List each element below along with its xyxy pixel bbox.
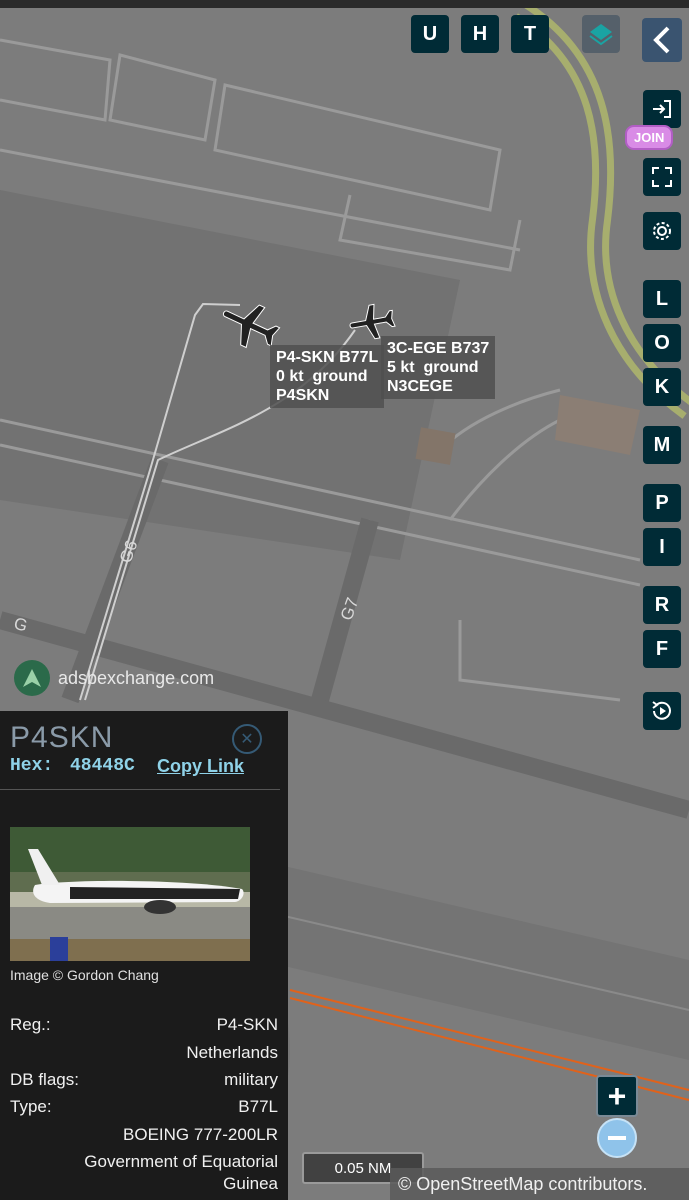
country-value: Netherlands <box>186 1043 278 1062</box>
fullscreen-button[interactable] <box>643 158 681 196</box>
toggle-button-m[interactable]: M <box>643 426 681 464</box>
toggle-button-l[interactable]: L <box>643 280 681 318</box>
operator-line2: Guinea <box>223 1174 278 1193</box>
login-button[interactable] <box>643 90 681 128</box>
toggle-button-r[interactable]: R <box>643 586 681 624</box>
toggle-button-u[interactable]: U <box>411 15 449 53</box>
minus-icon <box>608 1136 626 1140</box>
toggle-button-f[interactable]: F <box>643 630 681 668</box>
adsbx-logo-icon <box>14 660 50 696</box>
map-attribution[interactable]: © OpenStreetMap contributors. <box>390 1168 689 1200</box>
aircraft-label-line: 3C-EGE B737 <box>387 340 490 357</box>
toggle-button-p[interactable]: P <box>643 484 681 522</box>
toggle-button-t[interactable]: T <box>511 15 549 53</box>
aircraft-label-line: 0 kt ground <box>276 368 368 385</box>
login-icon <box>653 100 671 118</box>
hex-label: Hex: <box>10 756 54 776</box>
copy-link[interactable]: Copy Link <box>157 756 244 777</box>
settings-button[interactable] <box>643 212 681 250</box>
type-value: B77L <box>238 1097 278 1116</box>
aircraft-label-line: 5 kt ground <box>387 359 479 376</box>
toggle-button-o[interactable]: O <box>643 324 681 362</box>
dbflags-value: military <box>224 1070 278 1089</box>
zoom-out-button[interactable] <box>597 1118 637 1158</box>
chevron-left-icon <box>653 26 670 54</box>
watermark: adsbexchange.com <box>14 660 214 696</box>
toggle-button-h[interactable]: H <box>461 15 499 53</box>
status-bar <box>0 0 689 8</box>
type-label: Type: <box>10 1097 52 1116</box>
watermark-text: adsbexchange.com <box>58 667 215 688</box>
toggle-button-k[interactable]: K <box>643 368 681 406</box>
toggle-button-i[interactable]: I <box>643 528 681 566</box>
reg-label: Reg.: <box>10 1015 51 1034</box>
replay-icon <box>652 701 671 720</box>
aircraft-info-panel: P4SKN ✕ Hex: 48448C Copy Link Image © Go… <box>0 711 288 1200</box>
aircraft-label[interactable]: 3C-EGE B737 5 kt ground N3CEGE <box>381 336 496 399</box>
aircraft-label-line: P4SKN <box>276 387 330 404</box>
gear-icon <box>653 222 671 240</box>
aircraft-label[interactable]: P4-SKN B77L 0 kt ground P4SKN <box>270 345 385 408</box>
aircraft-label-line: P4-SKN B77L <box>276 349 379 366</box>
divider <box>0 789 280 790</box>
aircraft-label-line: N3CEGE <box>387 378 453 395</box>
join-badge[interactable]: JOIN <box>625 125 674 150</box>
operator-line1: Government of Equatorial <box>84 1152 278 1171</box>
plus-icon: + <box>607 1077 627 1114</box>
aircraft-photo[interactable] <box>10 827 250 961</box>
reg-value: P4-SKN <box>216 1015 278 1034</box>
layers-icon <box>589 24 613 46</box>
dbflags-label: DB flags: <box>10 1070 79 1089</box>
type-full: BOEING 777-200LR <box>123 1125 278 1144</box>
fullscreen-icon <box>652 167 672 187</box>
close-icon: ✕ <box>240 731 254 748</box>
panel-callsign: P4SKN <box>10 721 114 754</box>
replay-button[interactable] <box>643 692 681 730</box>
image-credit: Image © Gordon Chang <box>10 967 159 983</box>
close-panel-button[interactable]: ✕ <box>232 724 262 754</box>
layers-button[interactable] <box>582 15 620 53</box>
zoom-in-button[interactable]: + <box>596 1075 638 1117</box>
collapse-sidebar-button[interactable] <box>642 18 682 62</box>
hex-value: 48448C <box>70 756 135 776</box>
